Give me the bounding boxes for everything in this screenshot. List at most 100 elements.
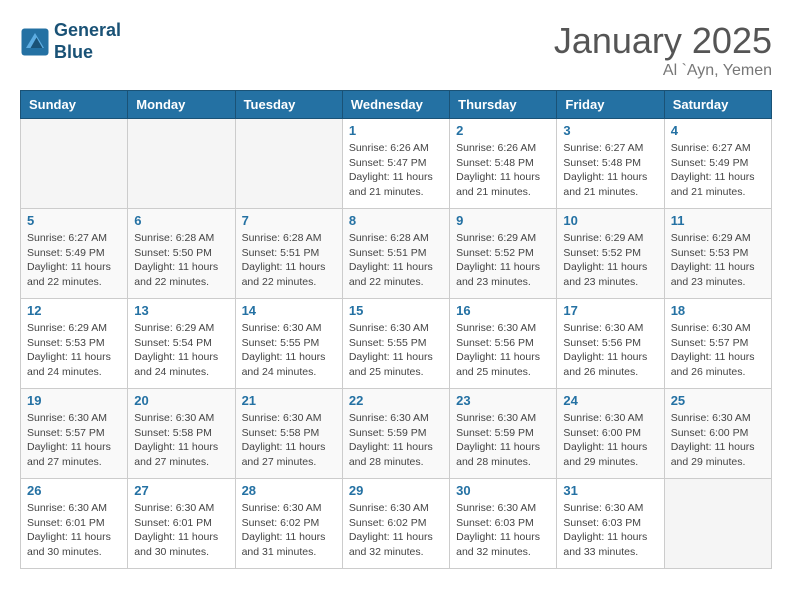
day-info: Sunrise: 6:30 AMSunset: 5:58 PMDaylight:… bbox=[134, 411, 228, 470]
calendar-cell: 5 Sunrise: 6:27 AMSunset: 5:49 PMDaylight… bbox=[21, 209, 128, 299]
header-thursday: Thursday bbox=[450, 91, 557, 119]
day-number: 19 bbox=[27, 393, 121, 408]
day-info: Sunrise: 6:30 AMSunset: 5:55 PMDaylight:… bbox=[349, 321, 443, 380]
logo-line1: General bbox=[54, 20, 121, 42]
calendar-cell: 3 Sunrise: 6:27 AMSunset: 5:48 PMDaylight… bbox=[557, 119, 664, 209]
day-info: Sunrise: 6:30 AMSunset: 5:56 PMDaylight:… bbox=[563, 321, 657, 380]
day-number: 20 bbox=[134, 393, 228, 408]
day-info: Sunrise: 6:27 AMSunset: 5:49 PMDaylight:… bbox=[671, 141, 765, 200]
day-number: 4 bbox=[671, 123, 765, 138]
day-number: 23 bbox=[456, 393, 550, 408]
calendar-cell: 30 Sunrise: 6:30 AMSunset: 6:03 PMDayligh… bbox=[450, 479, 557, 569]
day-number: 9 bbox=[456, 213, 550, 228]
day-info: Sunrise: 6:30 AMSunset: 6:00 PMDaylight:… bbox=[671, 411, 765, 470]
day-number: 5 bbox=[27, 213, 121, 228]
header-wednesday: Wednesday bbox=[342, 91, 449, 119]
calendar-cell: 18 Sunrise: 6:30 AMSunset: 5:57 PMDayligh… bbox=[664, 299, 771, 389]
calendar-cell: 12Sunrise: 6:29 AMSunset: 5:53 PMDayligh… bbox=[21, 299, 128, 389]
day-info: Sunrise: 6:27 AMSunset: 5:48 PMDaylight:… bbox=[563, 141, 657, 200]
logo-line2: Blue bbox=[54, 42, 121, 64]
header-monday: Monday bbox=[128, 91, 235, 119]
week-row-2: 5 Sunrise: 6:27 AMSunset: 5:49 PMDaylight… bbox=[21, 209, 772, 299]
calendar-cell: 27 Sunrise: 6:30 AMSunset: 6:01 PMDayligh… bbox=[128, 479, 235, 569]
week-row-1: 1 Sunrise: 6:26 AMSunset: 5:47 PMDaylight… bbox=[21, 119, 772, 209]
day-number: 27 bbox=[134, 483, 228, 498]
calendar-cell: 29Sunrise: 6:30 AMSunset: 6:02 PMDayligh… bbox=[342, 479, 449, 569]
calendar-cell: 8Sunrise: 6:28 AMSunset: 5:51 PMDaylight… bbox=[342, 209, 449, 299]
day-info: Sunrise: 6:29 AMSunset: 5:53 PMDaylight:… bbox=[671, 231, 765, 290]
calendar-table: SundayMondayTuesdayWednesdayThursdayFrid… bbox=[20, 90, 772, 569]
location: Al `Ayn, Yemen bbox=[554, 62, 772, 80]
day-info: Sunrise: 6:29 AMSunset: 5:53 PMDaylight:… bbox=[27, 321, 121, 380]
day-number: 24 bbox=[563, 393, 657, 408]
header-row: SundayMondayTuesdayWednesdayThursdayFrid… bbox=[21, 91, 772, 119]
day-number: 15 bbox=[349, 303, 443, 318]
calendar-cell: 23 Sunrise: 6:30 AMSunset: 5:59 PMDayligh… bbox=[450, 389, 557, 479]
calendar-cell: 25 Sunrise: 6:30 AMSunset: 6:00 PMDayligh… bbox=[664, 389, 771, 479]
day-info: Sunrise: 6:30 AMSunset: 6:01 PMDaylight:… bbox=[134, 501, 228, 560]
day-number: 22 bbox=[349, 393, 443, 408]
calendar-cell bbox=[664, 479, 771, 569]
header-sunday: Sunday bbox=[21, 91, 128, 119]
week-row-4: 19 Sunrise: 6:30 AMSunset: 5:57 PMDayligh… bbox=[21, 389, 772, 479]
header-saturday: Saturday bbox=[664, 91, 771, 119]
day-info: Sunrise: 6:30 AMSunset: 5:59 PMDaylight:… bbox=[456, 411, 550, 470]
day-number: 31 bbox=[563, 483, 657, 498]
calendar-cell: 26 Sunrise: 6:30 AMSunset: 6:01 PMDayligh… bbox=[21, 479, 128, 569]
day-info: Sunrise: 6:26 AMSunset: 5:48 PMDaylight:… bbox=[456, 141, 550, 200]
calendar-cell: 1 Sunrise: 6:26 AMSunset: 5:47 PMDaylight… bbox=[342, 119, 449, 209]
day-number: 29 bbox=[349, 483, 443, 498]
calendar-cell: 9 Sunrise: 6:29 AMSunset: 5:52 PMDaylight… bbox=[450, 209, 557, 299]
day-info: Sunrise: 6:27 AMSunset: 5:49 PMDaylight:… bbox=[27, 231, 121, 290]
logo: General Blue bbox=[20, 20, 121, 63]
week-row-3: 12Sunrise: 6:29 AMSunset: 5:53 PMDayligh… bbox=[21, 299, 772, 389]
calendar-cell: 7Sunrise: 6:28 AMSunset: 5:51 PMDaylight… bbox=[235, 209, 342, 299]
day-info: Sunrise: 6:30 AMSunset: 6:02 PMDaylight:… bbox=[242, 501, 336, 560]
day-info: Sunrise: 6:29 AMSunset: 5:52 PMDaylight:… bbox=[456, 231, 550, 290]
week-row-5: 26 Sunrise: 6:30 AMSunset: 6:01 PMDayligh… bbox=[21, 479, 772, 569]
calendar-cell: 16 Sunrise: 6:30 AMSunset: 5:56 PMDayligh… bbox=[450, 299, 557, 389]
day-info: Sunrise: 6:30 AMSunset: 5:55 PMDaylight:… bbox=[242, 321, 336, 380]
logo-text: General Blue bbox=[54, 20, 121, 63]
day-info: Sunrise: 6:30 AMSunset: 5:56 PMDaylight:… bbox=[456, 321, 550, 380]
calendar-cell: 15 Sunrise: 6:30 AMSunset: 5:55 PMDayligh… bbox=[342, 299, 449, 389]
calendar-cell: 11 Sunrise: 6:29 AMSunset: 5:53 PMDayligh… bbox=[664, 209, 771, 299]
header-tuesday: Tuesday bbox=[235, 91, 342, 119]
day-number: 8 bbox=[349, 213, 443, 228]
day-number: 3 bbox=[563, 123, 657, 138]
day-number: 11 bbox=[671, 213, 765, 228]
calendar-cell: 4 Sunrise: 6:27 AMSunset: 5:49 PMDaylight… bbox=[664, 119, 771, 209]
day-info: Sunrise: 6:26 AMSunset: 5:47 PMDaylight:… bbox=[349, 141, 443, 200]
calendar-cell: 17 Sunrise: 6:30 AMSunset: 5:56 PMDayligh… bbox=[557, 299, 664, 389]
day-number: 18 bbox=[671, 303, 765, 318]
day-number: 25 bbox=[671, 393, 765, 408]
day-info: Sunrise: 6:30 AMSunset: 6:00 PMDaylight:… bbox=[563, 411, 657, 470]
calendar-cell: 19 Sunrise: 6:30 AMSunset: 5:57 PMDayligh… bbox=[21, 389, 128, 479]
calendar-cell: 6Sunrise: 6:28 AMSunset: 5:50 PMDaylight… bbox=[128, 209, 235, 299]
day-number: 6 bbox=[134, 213, 228, 228]
calendar-cell: 20 Sunrise: 6:30 AMSunset: 5:58 PMDayligh… bbox=[128, 389, 235, 479]
day-number: 2 bbox=[456, 123, 550, 138]
day-number: 17 bbox=[563, 303, 657, 318]
calendar-cell bbox=[235, 119, 342, 209]
calendar-cell bbox=[21, 119, 128, 209]
day-number: 30 bbox=[456, 483, 550, 498]
day-info: Sunrise: 6:30 AMSunset: 5:57 PMDaylight:… bbox=[27, 411, 121, 470]
day-info: Sunrise: 6:30 AMSunset: 5:57 PMDaylight:… bbox=[671, 321, 765, 380]
title-block: January 2025 Al `Ayn, Yemen bbox=[554, 20, 772, 80]
header-friday: Friday bbox=[557, 91, 664, 119]
day-info: Sunrise: 6:29 AMSunset: 5:52 PMDaylight:… bbox=[563, 231, 657, 290]
day-info: Sunrise: 6:30 AMSunset: 5:59 PMDaylight:… bbox=[349, 411, 443, 470]
day-number: 26 bbox=[27, 483, 121, 498]
day-info: Sunrise: 6:30 AMSunset: 6:03 PMDaylight:… bbox=[563, 501, 657, 560]
day-info: Sunrise: 6:30 AMSunset: 6:01 PMDaylight:… bbox=[27, 501, 121, 560]
calendar-cell: 2 Sunrise: 6:26 AMSunset: 5:48 PMDaylight… bbox=[450, 119, 557, 209]
calendar-cell bbox=[128, 119, 235, 209]
calendar-cell: 14Sunrise: 6:30 AMSunset: 5:55 PMDayligh… bbox=[235, 299, 342, 389]
day-number: 10 bbox=[563, 213, 657, 228]
calendar-cell: 28Sunrise: 6:30 AMSunset: 6:02 PMDayligh… bbox=[235, 479, 342, 569]
calendar-cell: 24 Sunrise: 6:30 AMSunset: 6:00 PMDayligh… bbox=[557, 389, 664, 479]
day-info: Sunrise: 6:30 AMSunset: 6:03 PMDaylight:… bbox=[456, 501, 550, 560]
day-number: 1 bbox=[349, 123, 443, 138]
day-number: 16 bbox=[456, 303, 550, 318]
